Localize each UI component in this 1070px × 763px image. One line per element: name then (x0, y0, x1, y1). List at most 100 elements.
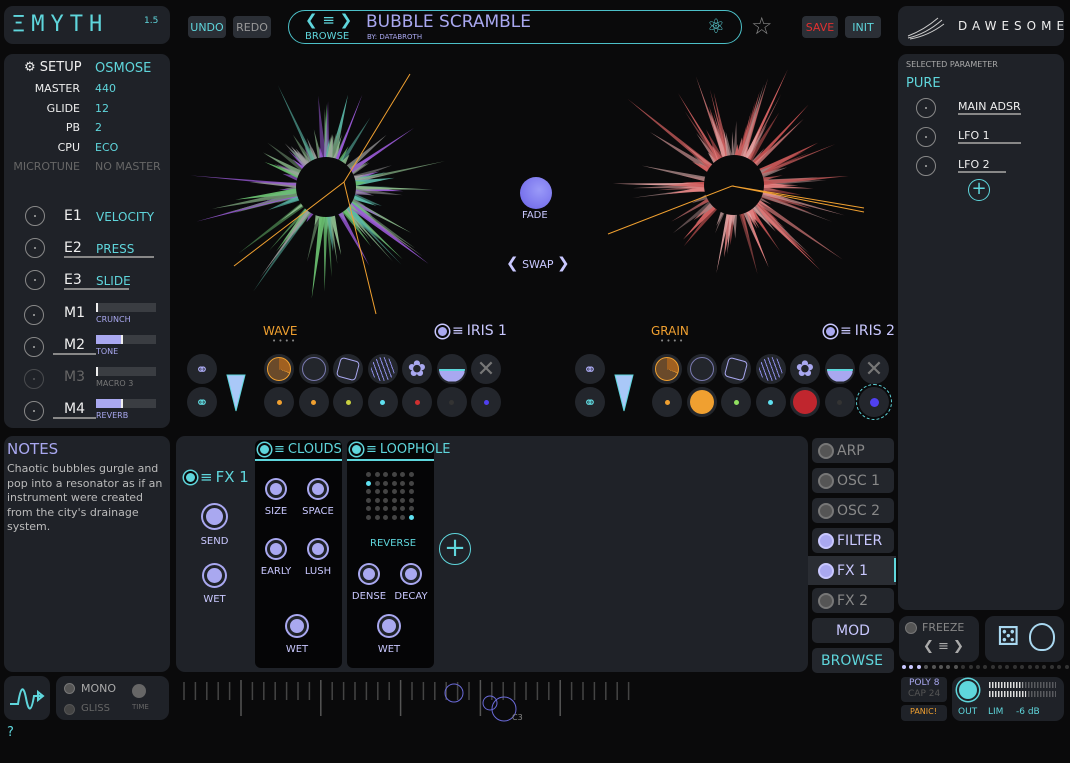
tab-osc1[interactable]: OSC 1 (812, 468, 894, 493)
fade-knob[interactable] (520, 177, 552, 209)
grid-cell[interactable] (391, 489, 397, 494)
setup-preset-value[interactable]: OSMOSE (95, 61, 151, 76)
undo-button[interactable]: UNDO (188, 16, 226, 38)
page-dot[interactable] (998, 665, 1003, 669)
tab-arp[interactable]: ARP (812, 438, 894, 463)
egg-icon[interactable] (1029, 623, 1055, 651)
lim-button[interactable]: LIM (988, 707, 1003, 717)
shape-modulation-dot[interactable] (686, 387, 717, 417)
keyboard[interactable]: C3 (176, 676, 896, 726)
shape-modulation-dot[interactable] (721, 387, 751, 417)
page-dot[interactable] (983, 665, 988, 669)
macro-name[interactable]: CRUNCH (96, 315, 131, 324)
grid-cell[interactable] (391, 514, 397, 520)
macro-knob[interactable] (24, 337, 44, 357)
morph-lavender-icon[interactable]: ⚭ (187, 354, 217, 384)
page-dot[interactable] (1035, 665, 1040, 669)
shape-modulation-dot[interactable] (755, 387, 786, 417)
page-dot[interactable] (916, 665, 921, 669)
setup-value[interactable]: 12 (95, 102, 109, 115)
early-knob[interactable] (267, 540, 285, 558)
hatch-shape-icon[interactable] (367, 354, 398, 384)
setup-value[interactable]: 440 (95, 82, 116, 95)
tab-fx1[interactable]: FX 1 (812, 558, 894, 583)
macro-knob[interactable] (24, 401, 44, 421)
expression-target[interactable]: SLIDE (96, 274, 131, 288)
shape-modulation-dot[interactable] (367, 387, 398, 417)
iris1-mode[interactable]: WAVE (263, 324, 297, 338)
mono-toggle[interactable] (64, 683, 75, 694)
grid-cell[interactable] (366, 480, 371, 486)
expression-target[interactable]: VELOCITY (96, 210, 154, 224)
time-knob[interactable] (132, 684, 146, 698)
grid-cell[interactable] (400, 472, 405, 477)
shape-modulation-dot[interactable] (471, 387, 501, 417)
grid-cell[interactable] (383, 506, 388, 511)
shape-modulation-dot[interactable] (824, 387, 855, 417)
grid-cell[interactable] (408, 506, 414, 511)
grid-cell[interactable] (391, 480, 397, 486)
grid-cell[interactable] (408, 497, 414, 503)
circle-shape-icon[interactable] (298, 354, 329, 384)
page-dot[interactable] (931, 665, 936, 669)
preset-nav-icon[interactable]: ❮ ≡ ❯ (305, 11, 352, 29)
menu-icon[interactable]: ≡ (840, 323, 852, 339)
expression-knob[interactable] (25, 238, 45, 258)
add-fx-button[interactable]: + (439, 533, 471, 565)
shape-modulation-dot[interactable] (402, 387, 432, 417)
grid-cell[interactable] (400, 480, 405, 486)
triangle-slider-icon[interactable] (614, 374, 634, 412)
page-dot[interactable] (1012, 665, 1017, 669)
square-shape-icon[interactable] (721, 354, 751, 384)
favorite-star-icon[interactable]: ☆ (751, 12, 773, 40)
grid-cell[interactable] (374, 472, 380, 477)
menu-icon[interactable]: ≡ (366, 442, 377, 457)
grid-cell[interactable] (400, 489, 405, 494)
macro-slider[interactable] (96, 335, 156, 344)
grid-cell[interactable] (366, 472, 371, 477)
waveform-button[interactable] (4, 676, 50, 720)
page-dot[interactable] (1049, 665, 1054, 669)
page-dot[interactable] (975, 665, 980, 669)
clouds-header[interactable]: ≡ CLOUDS (258, 442, 342, 457)
menu-icon[interactable]: ≡ (274, 442, 285, 457)
grid-cell[interactable] (374, 506, 380, 511)
grid-cell[interactable] (366, 506, 371, 511)
modulator-knob[interactable] (916, 156, 936, 176)
grid-cell[interactable] (366, 489, 371, 494)
iris2-power-icon[interactable] (824, 324, 837, 338)
grid-cell[interactable] (366, 497, 371, 503)
modulator-knob[interactable] (916, 127, 936, 147)
grid-cell[interactable] (408, 489, 414, 494)
shape-modulation-dot[interactable] (298, 387, 329, 417)
poly-panel[interactable]: POLY 8 CAP 24 (901, 677, 947, 702)
dial-shape-icon[interactable] (652, 354, 682, 384)
macro-name[interactable]: TONE (96, 347, 118, 356)
morph-teal-icon[interactable]: ⚭ (187, 387, 217, 417)
morph-teal-icon[interactable]: ⚭ (575, 387, 605, 417)
grid-cell[interactable] (374, 497, 380, 503)
power-toggle-icon[interactable] (818, 442, 834, 459)
add-modulator-button[interactable]: + (968, 179, 990, 201)
redo-button[interactable]: REDO (233, 16, 271, 38)
page-dot[interactable] (1042, 665, 1047, 669)
page-dot[interactable] (924, 665, 929, 669)
macro-knob[interactable] (24, 305, 44, 325)
chevron-left-icon[interactable]: ❮ (506, 254, 519, 272)
grid-cell[interactable] (374, 480, 380, 486)
grid-cell[interactable] (383, 472, 388, 477)
macro-slider[interactable] (96, 303, 156, 312)
grid-cell[interactable] (400, 514, 405, 520)
grid-cell[interactable] (366, 514, 371, 520)
fx1-power-icon[interactable] (184, 470, 197, 484)
space-knob[interactable] (309, 480, 327, 498)
cross-shape-icon[interactable]: ✕ (859, 354, 889, 384)
menu-icon[interactable]: ≡ (200, 468, 213, 486)
page-dot[interactable] (968, 665, 973, 669)
gliss-toggle[interactable] (64, 704, 75, 715)
atom-icon[interactable]: ⚛ (707, 14, 725, 38)
grid-cell[interactable] (391, 472, 397, 477)
grid-cell[interactable] (408, 480, 414, 486)
bowl-shape-icon[interactable] (436, 354, 467, 384)
flower-shape-icon[interactable]: ✿ (402, 354, 432, 384)
